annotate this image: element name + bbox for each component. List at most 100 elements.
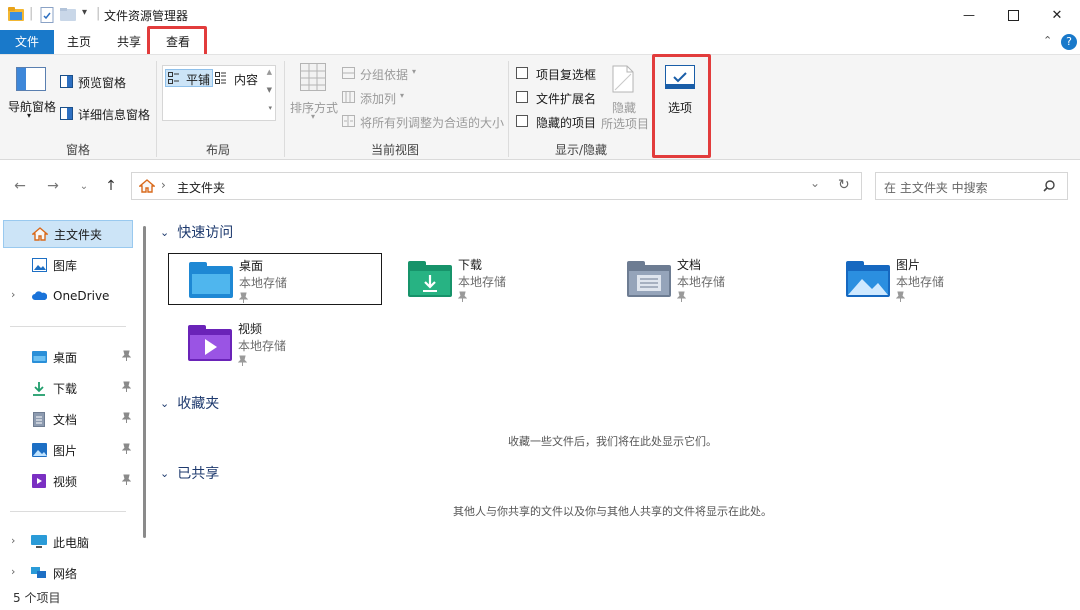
- pin-icon[interactable]: [457, 291, 468, 305]
- group-by-icon: [342, 67, 355, 79]
- chevron-down-icon: ⌄: [160, 396, 170, 410]
- gallery-scroll-up-icon[interactable]: ▲: [267, 68, 272, 76]
- sidebar-item-network[interactable]: › 网络: [3, 559, 133, 587]
- downloads-folder-icon: [408, 261, 452, 297]
- pin-icon[interactable]: [121, 412, 132, 426]
- group-divider: [284, 61, 285, 157]
- add-column-button[interactable]: 添加列 ▾: [342, 89, 414, 106]
- address-bar[interactable]: › 主文件夹 ⌄ ↻: [131, 172, 862, 200]
- fit-columns-label: 将所有列调整为合适的大小: [360, 116, 505, 130]
- tile-subtitle: 本地存储: [238, 339, 287, 353]
- dropdown-arrow-icon: ▾: [400, 91, 405, 100]
- properties-icon[interactable]: [40, 7, 54, 26]
- folder-tile-documents[interactable]: 文档 本地存储: [607, 253, 821, 305]
- item-checkboxes-toggle[interactable]: 项目复选框: [516, 65, 602, 82]
- sort-by-button[interactable]: 排序方式 ▾: [288, 61, 340, 125]
- pin-icon[interactable]: [895, 291, 906, 305]
- breadcrumb-home[interactable]: 主文件夹: [177, 179, 225, 196]
- sidebar-item-onedrive[interactable]: › OneDrive: [3, 282, 133, 310]
- new-folder-icon[interactable]: [60, 8, 76, 24]
- dropdown-arrow-icon: ▾: [412, 67, 417, 76]
- group-by-label: 分组依据: [360, 68, 409, 82]
- recent-locations-button[interactable]: ⌄: [74, 176, 94, 196]
- folder-tile-pictures[interactable]: 图片 本地存储: [826, 253, 1040, 305]
- sidebar-item-pictures[interactable]: 图片: [3, 436, 133, 464]
- sidebar-item-home[interactable]: 主文件夹: [3, 220, 133, 248]
- nav-pane-button[interactable]: 导航窗格 ▾: [6, 63, 56, 123]
- refresh-icon[interactable]: ↻: [838, 177, 850, 193]
- content-layout-icon: [215, 72, 226, 84]
- collapse-ribbon-icon[interactable]: ⌃: [1043, 34, 1052, 47]
- group-by-button[interactable]: 分组依据 ▾: [342, 65, 422, 82]
- search-box[interactable]: 在 主文件夹 中搜索: [875, 172, 1068, 200]
- maximize-button[interactable]: [990, 0, 1036, 30]
- folder-tile-videos[interactable]: 视频 本地存储: [168, 317, 382, 369]
- sidebar-item-desktop[interactable]: 桌面: [3, 343, 133, 371]
- file-extensions-toggle[interactable]: 文件扩展名: [516, 89, 602, 106]
- cloud-icon: [31, 288, 47, 304]
- address-dropdown-icon[interactable]: ⌄: [810, 176, 820, 190]
- minimize-button[interactable]: —: [946, 0, 992, 30]
- nav-scrollbar[interactable]: [143, 226, 146, 538]
- pin-icon[interactable]: [676, 291, 687, 305]
- details-pane-button[interactable]: 详细信息窗格: [60, 105, 160, 123]
- tab-file[interactable]: 文件: [0, 30, 54, 54]
- folder-app-icon: [8, 7, 24, 24]
- layout-content-option[interactable]: 内容: [215, 69, 261, 87]
- document-icon: [31, 411, 47, 427]
- pin-icon[interactable]: [121, 443, 132, 457]
- pin-icon[interactable]: [121, 381, 132, 395]
- pin-icon[interactable]: [237, 355, 248, 369]
- section-shared[interactable]: ⌄ 已共享: [160, 463, 219, 483]
- gallery-expand-icon[interactable]: ▾: [268, 104, 272, 112]
- pin-icon[interactable]: [121, 474, 132, 488]
- gallery-icon: [31, 257, 47, 273]
- file-extensions-label: 文件扩展名: [536, 92, 597, 106]
- back-arrow-icon: ←: [14, 178, 26, 194]
- item-checkboxes-label: 项目复选框: [536, 68, 597, 82]
- section-favorites[interactable]: ⌄ 收藏夹: [160, 393, 219, 413]
- close-button[interactable]: ✕: [1034, 0, 1080, 30]
- section-quick-access[interactable]: ⌄ 快速访问: [160, 222, 233, 242]
- folder-tile-downloads[interactable]: 下载 本地存储: [388, 253, 602, 305]
- sidebar-item-gallery[interactable]: 图库: [3, 251, 133, 279]
- sidebar-item-this-pc[interactable]: › 此电脑: [3, 528, 133, 556]
- current-view-group-label: 当前视图: [370, 143, 419, 157]
- videos-folder-icon: [188, 325, 232, 361]
- up-button[interactable]: ↑: [101, 176, 121, 196]
- expand-chevron-icon[interactable]: ›: [11, 565, 15, 578]
- expand-chevron-icon[interactable]: ›: [11, 288, 15, 301]
- nav-divider: [10, 511, 126, 512]
- help-icon[interactable]: ?: [1061, 34, 1077, 50]
- tab-share[interactable]: 共享: [108, 30, 150, 54]
- hidden-items-toggle[interactable]: 隐藏的项目: [516, 113, 602, 130]
- forward-button[interactable]: →: [43, 176, 63, 196]
- show-hide-group-label: 显示/隐藏: [554, 143, 608, 157]
- ribbon: 导航窗格 ▾ 预览窗格 详细信息窗格 窗格 平铺 内容 ▲ ▼ ▾ 布局 排序方…: [0, 54, 1080, 160]
- hide-selected-button[interactable]: 隐藏 所选项目: [600, 63, 650, 131]
- sidebar-item-documents[interactable]: 文档: [3, 405, 133, 433]
- back-button[interactable]: ←: [10, 176, 30, 196]
- layout-gallery: 平铺 内容 ▲ ▼ ▾: [162, 65, 276, 121]
- layout-tile-option[interactable]: 平铺: [165, 69, 213, 87]
- hide-selected-label-2: 所选项目: [601, 117, 650, 131]
- sidebar-item-videos[interactable]: 视频: [3, 467, 133, 495]
- fit-columns-icon: [342, 115, 355, 127]
- tile-subtitle: 本地存储: [239, 276, 288, 290]
- pin-icon[interactable]: [121, 350, 132, 364]
- fit-columns-button[interactable]: 将所有列调整为合适的大小: [342, 113, 505, 130]
- tile-name: 文档: [677, 258, 702, 272]
- sidebar-item-downloads[interactable]: 下载: [3, 374, 133, 402]
- search-icon: [1043, 180, 1055, 192]
- folder-tile-desktop[interactable]: 桌面 本地存储: [168, 253, 382, 305]
- customize-toolbar-icon[interactable]: ▾: [82, 7, 87, 18]
- expand-chevron-icon[interactable]: ›: [11, 534, 15, 547]
- view-tab-highlight: [147, 26, 207, 57]
- pin-icon[interactable]: [238, 292, 249, 306]
- tab-home[interactable]: 主页: [58, 30, 100, 54]
- preview-pane-button[interactable]: 预览窗格: [60, 73, 160, 91]
- gallery-scroll-down-icon[interactable]: ▼: [267, 86, 272, 94]
- layout-content-label: 内容: [234, 73, 259, 87]
- favorites-empty-message: 收藏一些文件后，我们将在此处显示它们。: [508, 435, 717, 448]
- tile-subtitle: 本地存储: [896, 275, 945, 289]
